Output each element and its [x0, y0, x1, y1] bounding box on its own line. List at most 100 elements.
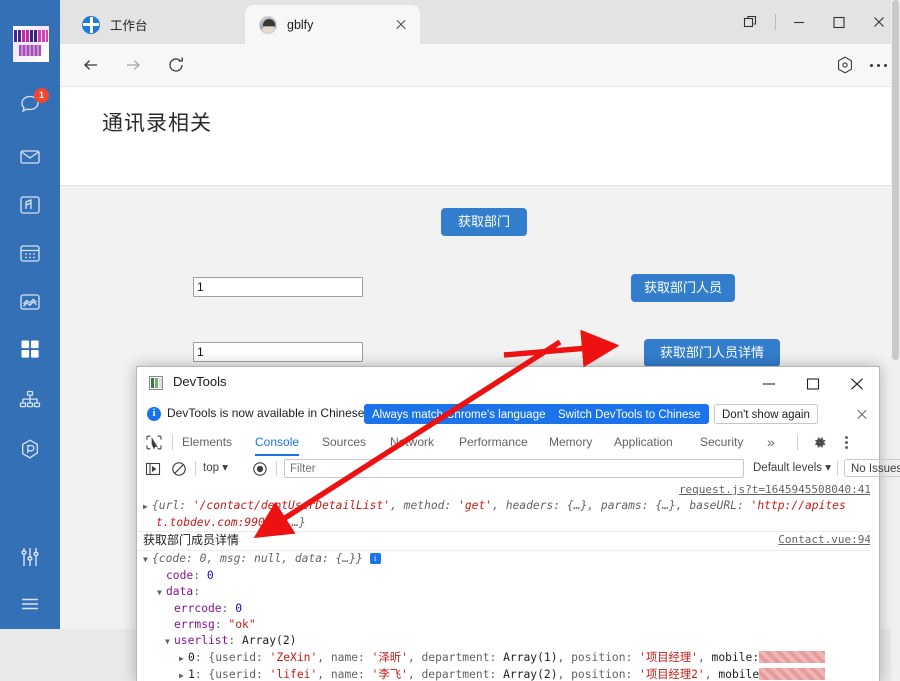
req-rest: , headers: {…}, params: {…}, baseURL: — [492, 499, 751, 512]
avatar-art-bottom — [19, 45, 41, 56]
collapse-triangle-icon[interactable]: ▼ — [157, 585, 166, 601]
outer-scrollbar[interactable] — [891, 0, 900, 681]
req-method-value: 'get' — [458, 499, 493, 512]
expand-triangle-icon[interactable]: ▶ — [143, 499, 152, 515]
back-arrow-icon[interactable] — [76, 50, 106, 80]
log-levels-selector[interactable]: Default levels ▾ — [753, 460, 831, 474]
dont-show-again-button[interactable]: Don't show again — [714, 404, 818, 424]
maximize-icon[interactable] — [820, 7, 860, 37]
console-row-object-root[interactable]: ▼ {code: 0, msg: null, data: {…}} i — [137, 551, 879, 568]
toolbar-right-group — [828, 50, 896, 80]
tab-security[interactable]: Security — [700, 429, 743, 456]
dept-id-input-2[interactable] — [193, 342, 363, 362]
apps-grid-icon[interactable] — [18, 337, 42, 361]
collapse-triangle-icon[interactable]: ▼ — [143, 552, 152, 568]
req-baseurl-value: 'http://apites — [750, 499, 846, 512]
always-match-language-button[interactable]: Always match Chrome's language — [364, 404, 554, 424]
gear-icon[interactable] — [811, 434, 828, 451]
prop-value: 0 — [235, 602, 243, 615]
req-method-label: , method: — [390, 499, 459, 512]
console-row-code: code: 0 — [166, 569, 214, 582]
prop-key: code — [166, 569, 194, 582]
drive-folder-icon[interactable] — [18, 193, 42, 217]
close-icon[interactable] — [392, 16, 410, 34]
dept-id-input-1[interactable] — [193, 277, 363, 297]
tab-sources[interactable]: Sources — [322, 429, 366, 456]
userid-value: 'ZeXin' — [269, 651, 318, 664]
scrollbar-thumb[interactable] — [892, 0, 899, 360]
close-icon[interactable] — [855, 407, 869, 421]
switch-to-chinese-button[interactable]: Switch DevTools to Chinese — [550, 404, 709, 424]
avatar[interactable] — [13, 26, 49, 62]
close-icon[interactable] — [835, 367, 879, 399]
live-expression-icon[interactable] — [252, 461, 268, 477]
tab-worktable[interactable]: 工作台 — [68, 5, 248, 44]
tab-elements[interactable]: Elements — [182, 429, 232, 456]
collapse-triangle-icon[interactable]: ▼ — [165, 634, 174, 650]
context-label: top — [203, 462, 219, 474]
inspect-element-icon[interactable] — [145, 434, 163, 451]
unread-badge: 1 — [34, 88, 49, 103]
expand-triangle-icon[interactable]: ▶ — [179, 668, 188, 681]
console-row-label[interactable]: Contact.vue:94 获取部门成员详情 — [137, 532, 879, 551]
divider — [195, 461, 196, 476]
console-row-data[interactable]: ▼ data: — [137, 584, 879, 601]
console-row-userlist[interactable]: ▼ userlist: Array(2) — [137, 633, 879, 650]
source-link[interactable]: request.js?t=1645945508040:41 — [679, 482, 871, 498]
more-options-icon[interactable] — [839, 434, 853, 451]
tab-network[interactable]: Network — [390, 429, 434, 456]
get-department-user-button[interactable]: 获取部门人员 — [631, 274, 735, 302]
clear-console-icon[interactable] — [171, 461, 187, 477]
info-badge-icon[interactable]: i — [369, 553, 381, 564]
expand-triangle-icon[interactable]: ▶ — [179, 651, 188, 667]
chart-area-icon[interactable] — [18, 290, 42, 314]
hamburger-menu-icon[interactable] — [18, 592, 42, 616]
tab-performance[interactable]: Performance — [459, 429, 528, 456]
reload-icon[interactable] — [161, 50, 191, 80]
console-row-user-1[interactable]: ▶ 1: {userid: 'lifei', name: '李飞', depart… — [137, 667, 879, 681]
devtools-window-title: DevTools — [173, 374, 227, 389]
forward-arrow-icon[interactable] — [118, 50, 148, 80]
devtools-app-icon — [149, 376, 163, 390]
sliders-icon[interactable] — [18, 545, 42, 569]
console-filter-input[interactable] — [284, 459, 744, 478]
hexagon-gear-icon[interactable] — [828, 50, 862, 80]
get-department-user-detail-button[interactable]: 获取部门人员详情 — [644, 339, 780, 367]
console-scrollbar[interactable] — [870, 482, 879, 681]
tab-strip: 工作台 gblfy — [60, 0, 900, 44]
divider — [837, 461, 838, 476]
plus-circle-icon — [82, 15, 100, 34]
avatar-art-top — [14, 30, 48, 42]
console-output[interactable]: request.js?t=1645945508040:41 ▶ {url: '/c… — [137, 482, 879, 681]
tab-console[interactable]: Console — [255, 429, 300, 456]
tab-gblfy[interactable]: gblfy — [245, 5, 420, 44]
tab-label: gblfy — [287, 17, 314, 32]
prop-value: Array(2) — [242, 634, 297, 647]
prop-value: "ok" — [228, 618, 256, 631]
console-row-request[interactable]: request.js?t=1645945508040:41 ▶ {url: '/c… — [137, 482, 879, 532]
execute-sidebar-icon[interactable] — [145, 461, 161, 477]
minimize-icon[interactable] — [780, 7, 820, 37]
mail-envelope-icon[interactable] — [18, 145, 42, 169]
tab-application[interactable]: Application — [614, 429, 673, 456]
source-link[interactable]: Contact.vue:94 — [778, 532, 871, 548]
tab-memory[interactable]: Memory — [549, 429, 592, 456]
devtools-window-controls — [747, 367, 879, 399]
minimize-icon[interactable] — [747, 367, 791, 399]
get-department-button[interactable]: 获取部门 — [441, 208, 527, 236]
req-obj-prefix: {url: — [152, 499, 193, 512]
maximize-icon[interactable] — [791, 367, 835, 399]
redacted-mobile — [759, 668, 826, 680]
execution-context-selector[interactable]: top ▾ — [203, 460, 228, 474]
levels-label: Default levels — [753, 462, 823, 474]
issues-button[interactable]: No Issues — [844, 459, 900, 477]
calendar-icon[interactable] — [18, 241, 42, 265]
org-tree-icon[interactable] — [18, 388, 42, 412]
console-log-text: 获取部门成员详情 — [143, 533, 240, 547]
console-row-user-0[interactable]: ▶ 0: {userid: 'ZeXin', name: '泽昕', depart… — [137, 650, 879, 667]
prop-value: 0 — [206, 569, 214, 582]
hexagon-p-icon[interactable] — [18, 437, 42, 461]
tabs-overflow-icon[interactable]: » — [767, 429, 775, 456]
restore-pane-icon[interactable] — [731, 7, 771, 37]
userid-value: 'lifei' — [269, 668, 318, 681]
